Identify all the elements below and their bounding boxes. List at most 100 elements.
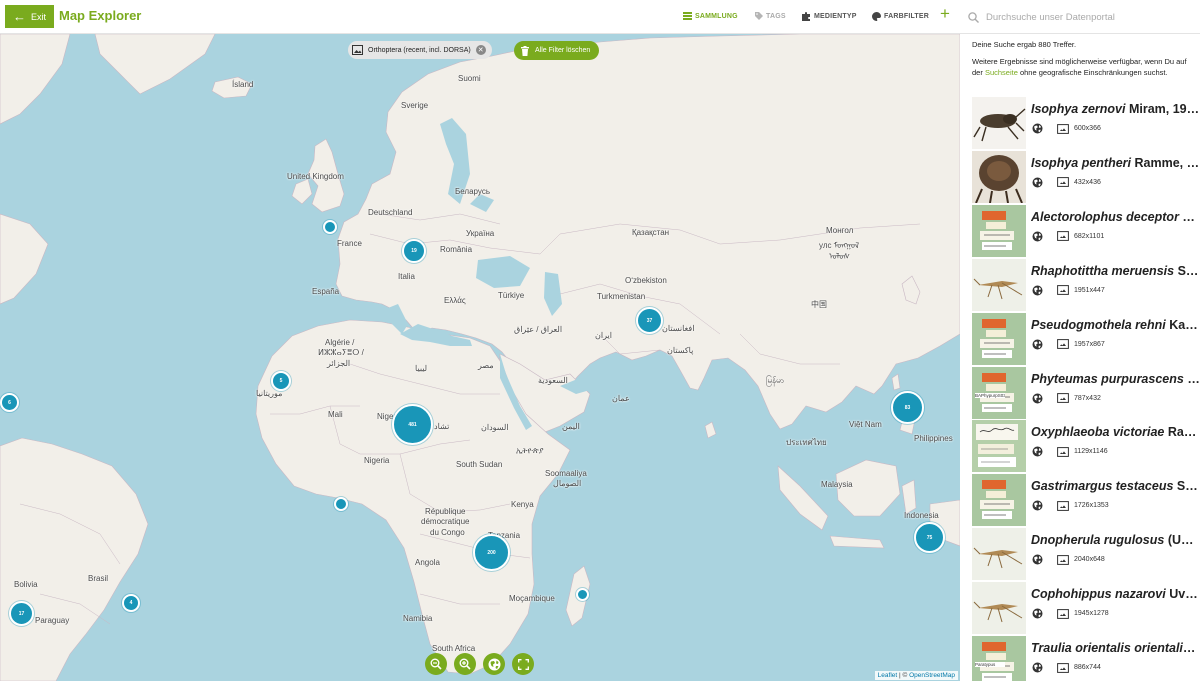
result-author: Sjöstedt	[1177, 263, 1200, 278]
result-thumbnail[interactable]	[972, 204, 1026, 257]
map-label: پاکستان	[667, 346, 694, 355]
result-thumbnail[interactable]	[972, 258, 1026, 311]
map-point-marker[interactable]	[334, 497, 348, 511]
map-label: Italia	[398, 272, 415, 281]
openstreetmap-link[interactable]: OpenStreetMap	[909, 672, 955, 679]
map-label: عمان	[612, 394, 630, 403]
result-title[interactable]: Pseudogmothela rehni Karny	[1031, 318, 1200, 332]
map-label: Namibia	[403, 614, 433, 623]
result-item[interactable]: Paratypus Traulia orientalis orientalis R…	[972, 636, 1200, 681]
globe-icon	[1032, 608, 1043, 619]
result-thumbnail[interactable]	[972, 582, 1026, 635]
result-title[interactable]: Isophya zernovi Miram, 1938	[1031, 102, 1200, 116]
result-thumbnail[interactable]: Paratypus	[972, 636, 1026, 681]
map-label: Ísland	[232, 80, 254, 89]
dimensions-icon	[1057, 123, 1069, 134]
map-label: Deutschland	[368, 208, 413, 217]
result-meta: 886x744	[1032, 662, 1101, 673]
map-label: démocratique	[421, 517, 470, 526]
result-item[interactable]: Isophya zernovi Miram, 1938 600x366	[972, 97, 1200, 149]
app-title: Map Explorer	[59, 8, 142, 23]
map-cluster-marker[interactable]: 5	[271, 371, 291, 391]
map-cluster-marker[interactable]: 200	[473, 534, 510, 571]
map-label: ایران	[595, 331, 612, 340]
leaflet-link[interactable]: Leaflet	[878, 672, 898, 679]
result-item[interactable]: Oxyphlaeoba victoriae Ramme 1129x1146	[972, 420, 1200, 473]
map-label: Soomaaliya	[545, 469, 587, 478]
result-thumbnail[interactable]	[972, 474, 1026, 527]
dimensions-icon	[1057, 446, 1069, 457]
result-thumbnail[interactable]	[972, 312, 1026, 365]
menu-medientyp[interactable]: MEDIENTYP	[802, 12, 857, 21]
result-title[interactable]: Dnopherula rugulosus (Uvarov)	[1031, 533, 1200, 547]
result-author: Uvarov	[1169, 587, 1200, 602]
dimensions-icon	[1057, 177, 1069, 188]
result-dimensions: 600x366	[1074, 125, 1101, 132]
map-label: România	[440, 245, 473, 254]
zoom-in-button[interactable]	[454, 653, 476, 675]
palette-icon	[872, 12, 881, 21]
map-label: South Africa	[432, 644, 476, 653]
map-label: ᠤᠯᠤᠰ	[829, 252, 850, 261]
clear-all-filters-label: Alle Filter löschen	[535, 47, 591, 54]
map-cluster-marker[interactable]: 75	[914, 522, 945, 553]
result-item[interactable]: Isophya pentheri Ramme, 1951 432x436	[972, 150, 1200, 203]
map-label: Türkiye	[498, 291, 525, 300]
map-label: France	[337, 239, 362, 248]
dimensions-icon	[1057, 231, 1069, 242]
map-cluster-marker[interactable]: 4	[122, 594, 140, 612]
result-thumbnail[interactable]	[972, 420, 1026, 473]
map-cluster-marker[interactable]: 481	[392, 404, 433, 445]
add-filter-button[interactable]: +	[940, 5, 950, 22]
result-author: Karsch	[1187, 371, 1200, 386]
map-point-marker[interactable]	[323, 220, 337, 234]
results-panel: Deine Suche ergab 880 Treffer. Weitere E…	[960, 34, 1200, 681]
result-thumbnail[interactable]: BAPhypurpS03 Dorsa	[972, 366, 1026, 419]
map-cluster-marker[interactable]: 19	[402, 239, 426, 263]
result-title[interactable]: Oxyphlaeoba victoriae Ramme	[1031, 425, 1200, 439]
result-title[interactable]: Isophya pentheri Ramme, 1951	[1031, 156, 1200, 170]
result-item[interactable]: Rhaphotittha meruensis Sjöstedt 1951x447	[972, 258, 1200, 311]
result-item[interactable]: Cophohippus nazarovi Uvarov 1945x1278	[972, 582, 1200, 635]
map-label: Монгол	[826, 226, 854, 235]
result-item[interactable]: Alectorolophus deceptor Uvarov 682x1101	[972, 204, 1200, 257]
result-thumbnail[interactable]	[972, 150, 1026, 203]
trash-icon	[521, 45, 529, 56]
result-title[interactable]: Alectorolophus deceptor Uvarov	[1031, 210, 1200, 224]
map-cluster-marker[interactable]: 17	[9, 601, 34, 626]
map-label: ประเทศไทย	[786, 438, 827, 447]
map-label: Mali	[328, 410, 343, 419]
result-meta: 1957x867	[1032, 339, 1105, 350]
result-item[interactable]: Gastrimargus testaceus Sjöstedt 1726x1353	[972, 474, 1200, 527]
map-label: Nigeria	[364, 456, 390, 465]
menu-sammlung[interactable]: SAMMLUNG	[683, 12, 738, 20]
clear-all-filters-button[interactable]: Alle Filter löschen	[514, 41, 600, 60]
result-item[interactable]: BAPhypurpS03 Dorsa Phyteumas purpurascens…	[972, 366, 1200, 419]
zoom-out-button[interactable]	[425, 653, 447, 675]
search-page-link[interactable]: Suchseite	[985, 68, 1018, 77]
result-title[interactable]: Rhaphotittha meruensis Sjöstedt	[1031, 264, 1200, 278]
map-label: ⵍⵣⵣⴰⵢⴻⵔ /	[318, 348, 364, 357]
exit-button[interactable]: ← Exit	[5, 5, 54, 28]
world-view-button[interactable]	[483, 653, 505, 675]
result-meta: 2040x648	[1032, 554, 1105, 565]
result-title[interactable]: Phyteumas purpurascens Karsch	[1031, 372, 1200, 386]
result-thumbnail[interactable]	[972, 528, 1026, 581]
menu-tags[interactable]: TAGS	[755, 12, 786, 20]
search-input[interactable]: Durchsuche unser Datenportal	[968, 7, 1196, 27]
fullscreen-button[interactable]	[512, 653, 534, 675]
result-title[interactable]: Traulia orientalis orientalis Ramme	[1031, 641, 1200, 655]
map-point-marker[interactable]	[576, 588, 589, 601]
result-title[interactable]: Gastrimargus testaceus Sjöstedt	[1031, 479, 1200, 493]
map-cluster-marker[interactable]: 37	[636, 307, 663, 334]
result-item[interactable]: Dnopherula rugulosus (Uvarov) 2040x648	[972, 528, 1200, 581]
map-cluster-marker[interactable]: 83	[891, 391, 924, 424]
menu-farbfilter[interactable]: FARBFILTER	[872, 12, 929, 21]
result-item[interactable]: Pseudogmothela rehni Karny 1957x867	[972, 312, 1200, 365]
map-cluster-marker[interactable]: 6	[0, 393, 19, 412]
result-thumbnail[interactable]	[972, 97, 1026, 149]
dimensions-icon	[1057, 285, 1069, 296]
result-title[interactable]: Cophohippus nazarovi Uvarov	[1031, 587, 1200, 601]
remove-filter-icon[interactable]: ✕	[475, 45, 486, 55]
map-view[interactable]: Ísland Sverige Suomi United Kingdom Бела…	[0, 34, 960, 681]
